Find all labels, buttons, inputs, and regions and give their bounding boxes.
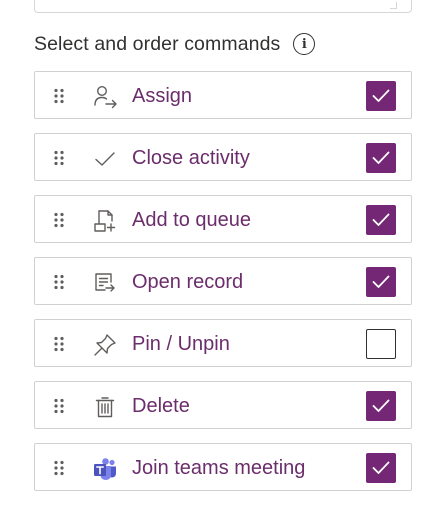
section-title: Select and order commands — [34, 32, 281, 55]
command-checkbox[interactable] — [366, 453, 396, 483]
command-label: Close activity — [132, 147, 250, 169]
check-icon — [372, 461, 390, 474]
previous-card-edge — [34, 0, 412, 13]
command-row-add-to-queue[interactable]: Add to queue — [34, 195, 412, 243]
command-checkbox[interactable] — [366, 267, 396, 297]
command-checkbox[interactable] — [366, 81, 396, 111]
check-icon — [372, 151, 390, 164]
drag-handle-icon[interactable] — [52, 398, 66, 414]
section-header: Select and order commands i — [34, 30, 316, 58]
command-row-pin-unpin[interactable]: Pin / Unpin — [34, 319, 412, 367]
command-label: Delete — [132, 395, 190, 417]
info-icon[interactable]: i — [293, 33, 316, 55]
command-checkbox[interactable] — [366, 329, 396, 359]
drag-handle-icon[interactable] — [52, 212, 66, 228]
person-arrow-icon — [94, 85, 117, 109]
command-label: Pin / Unpin — [132, 333, 230, 355]
open-record-icon — [95, 273, 115, 292]
command-checkbox[interactable] — [366, 391, 396, 421]
queue-add-icon — [94, 210, 116, 232]
command-label: Join teams meeting — [132, 457, 306, 479]
pin-icon — [94, 334, 116, 356]
check-icon — [372, 399, 390, 412]
command-list: Assign Close activity Add to queue Open … — [34, 71, 412, 505]
drag-handle-icon[interactable] — [52, 274, 66, 290]
command-label: Open record — [132, 271, 244, 293]
drag-handle-icon[interactable] — [52, 88, 66, 104]
drag-handle-icon[interactable] — [52, 460, 66, 476]
trash-icon — [95, 397, 115, 418]
command-checkbox[interactable] — [366, 205, 396, 235]
command-checkbox[interactable] — [366, 143, 396, 173]
command-row-assign[interactable]: Assign — [34, 71, 412, 119]
resize-corner-icon — [390, 2, 397, 9]
check-icon — [372, 89, 390, 102]
command-label: Assign — [132, 85, 193, 107]
checkmark-icon — [95, 152, 115, 166]
teams-icon — [94, 458, 116, 480]
command-label: Add to queue — [132, 209, 251, 231]
command-row-close-activity[interactable]: Close activity — [34, 133, 412, 181]
check-icon — [372, 275, 390, 288]
drag-handle-icon[interactable] — [52, 150, 66, 166]
command-row-open-record[interactable]: Open record — [34, 257, 412, 305]
command-row-join-teams-meeting[interactable]: Join teams meeting — [34, 443, 412, 491]
drag-handle-icon[interactable] — [52, 336, 66, 352]
check-icon — [372, 213, 390, 226]
command-row-delete[interactable]: Delete — [34, 381, 412, 429]
